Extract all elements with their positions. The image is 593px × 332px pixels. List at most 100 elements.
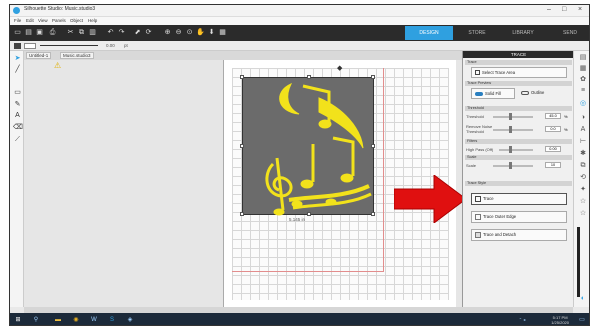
taskbar-clock[interactable]: 5:17 PM 1/25/2020 bbox=[551, 315, 569, 325]
menu-file[interactable]: File bbox=[14, 18, 21, 23]
doc-tab-untitled[interactable]: Untitled-1 bbox=[26, 52, 52, 59]
zoom-in-icon[interactable]: ⊕ bbox=[163, 28, 172, 37]
menu-panels[interactable]: Panels bbox=[52, 18, 66, 23]
high-pass-slider[interactable] bbox=[499, 149, 533, 151]
zoom-fit-icon[interactable]: ⊙ bbox=[185, 28, 194, 37]
scale-slider[interactable] bbox=[493, 165, 533, 167]
minimize-button[interactable]: – bbox=[547, 6, 551, 13]
line-tool-icon[interactable]: ╱ bbox=[13, 65, 22, 74]
page-setup-icon[interactable]: ▤ bbox=[578, 53, 588, 63]
resize-handle[interactable] bbox=[371, 75, 375, 79]
search-icon[interactable]: ⚲ bbox=[32, 316, 40, 324]
file-explorer-icon[interactable]: ▬ bbox=[54, 316, 62, 324]
trace-and-detach-button[interactable]: Trace and Detach bbox=[471, 229, 567, 241]
grid-icon[interactable]: ▦ bbox=[218, 28, 227, 37]
resize-handle[interactable] bbox=[371, 212, 375, 216]
send-icon[interactable]: ▦ bbox=[578, 64, 588, 74]
modify-icon[interactable]: ⧉ bbox=[578, 161, 588, 171]
tab-library[interactable]: LIBRARY bbox=[500, 26, 546, 40]
line-icon[interactable]: ≡ bbox=[578, 86, 588, 96]
knife-tool-icon[interactable]: ⟋ bbox=[13, 135, 22, 144]
save-icon[interactable]: ▣ bbox=[35, 28, 44, 37]
rectangle-tool-icon[interactable]: ▭ bbox=[13, 88, 22, 97]
pan-hand-icon[interactable]: ✋ bbox=[196, 28, 205, 37]
favorites-icon[interactable]: ☆ bbox=[578, 209, 588, 219]
resize-handle[interactable] bbox=[371, 144, 375, 148]
mat-handle-icon[interactable]: ◆ bbox=[337, 64, 342, 72]
select-tool-icon[interactable]: ➤ bbox=[13, 54, 22, 63]
tab-send[interactable]: SEND bbox=[551, 26, 589, 40]
redo-icon[interactable]: ↷ bbox=[117, 28, 126, 37]
shadow-icon[interactable]: ◑ bbox=[578, 113, 588, 123]
eraser-tool-icon[interactable]: ⌫ bbox=[13, 123, 23, 132]
fill-color-swatch[interactable] bbox=[14, 43, 21, 49]
tab-design[interactable]: DESIGN bbox=[405, 26, 453, 40]
photos-icon[interactable]: ◈ bbox=[126, 316, 134, 324]
text-style-icon[interactable]: A bbox=[578, 125, 588, 135]
tab-store[interactable]: STORE bbox=[457, 26, 497, 40]
undo-icon[interactable]: ↶ bbox=[106, 28, 115, 37]
new-file-icon[interactable]: ▭ bbox=[13, 28, 22, 37]
high-pass-slider-knob[interactable] bbox=[509, 146, 512, 153]
resize-handle[interactable] bbox=[240, 75, 244, 79]
menu-object[interactable]: Object bbox=[70, 18, 83, 23]
traced-image[interactable] bbox=[240, 75, 375, 216]
word-icon[interactable]: W bbox=[90, 316, 98, 324]
download-icon[interactable]: ⬇ bbox=[207, 28, 216, 37]
threshold-slider[interactable] bbox=[493, 116, 533, 118]
resize-handle[interactable] bbox=[240, 144, 244, 148]
select-trace-area-button[interactable]: Select Trace Area bbox=[471, 67, 567, 78]
design-canvas[interactable]: ⚠ ◆ 5.145 in bbox=[24, 60, 466, 307]
vertical-scrollbar[interactable] bbox=[577, 227, 580, 297]
doc-tab-music[interactable]: Music.studio3 bbox=[60, 52, 94, 59]
threshold-value[interactable]: 45.0 bbox=[545, 113, 561, 119]
pen-tool-icon[interactable]: ✎ bbox=[13, 100, 22, 109]
windows-start-icon[interactable]: ⊞ bbox=[14, 316, 22, 324]
fill-icon[interactable]: ✿ bbox=[578, 75, 588, 85]
scale-value[interactable]: 10 bbox=[545, 162, 561, 168]
section-trace: Trace bbox=[465, 60, 572, 65]
silhouette-taskbar-icon[interactable]: S bbox=[108, 316, 116, 324]
chrome-icon[interactable]: ◉ bbox=[72, 316, 80, 324]
replicate-icon[interactable]: ✱ bbox=[578, 149, 588, 159]
resize-handle[interactable] bbox=[307, 75, 311, 79]
print-icon[interactable]: ⎙ bbox=[48, 28, 57, 37]
maximize-button[interactable]: □ bbox=[562, 6, 566, 13]
resize-handle[interactable] bbox=[307, 212, 311, 216]
close-button[interactable]: × bbox=[578, 6, 582, 13]
title-bar: Silhouette Studio: Music.studio3 – □ × bbox=[10, 5, 589, 17]
line-color-swatch[interactable] bbox=[24, 43, 36, 49]
trace-button[interactable]: Trace bbox=[471, 193, 567, 205]
rotate-icon[interactable]: ⟳ bbox=[144, 28, 153, 37]
scale-slider-knob[interactable] bbox=[509, 162, 512, 169]
tray-icons[interactable]: ⌃ ◂ ▯ bbox=[518, 316, 526, 324]
remove-noise-slider[interactable] bbox=[493, 129, 533, 131]
align-icon[interactable]: ⊢ bbox=[578, 137, 588, 147]
trace-panel-icon[interactable]: ◎ bbox=[578, 99, 588, 109]
remove-noise-value[interactable]: 0.0 bbox=[545, 126, 561, 132]
star-icon[interactable]: ☆ bbox=[578, 197, 588, 207]
text-tool-icon[interactable]: A bbox=[13, 111, 22, 120]
threshold-slider-knob[interactable] bbox=[509, 113, 512, 120]
open-folder-icon[interactable]: ▤ bbox=[24, 28, 33, 37]
resize-handle[interactable] bbox=[240, 212, 244, 216]
offset-icon[interactable]: ✦ bbox=[578, 185, 588, 195]
high-pass-value[interactable]: 0.00 bbox=[545, 146, 561, 152]
trace-outer-edge-button[interactable]: Trace Outer Edge bbox=[471, 211, 567, 223]
paste-icon[interactable]: ▥ bbox=[88, 28, 97, 37]
solid-fill-option[interactable]: Solid Fill bbox=[471, 88, 515, 99]
pointer-icon[interactable]: ⬈ bbox=[133, 28, 142, 37]
line-width-value[interactable]: 0.00 bbox=[106, 43, 115, 48]
remove-noise-slider-knob[interactable] bbox=[509, 126, 512, 133]
outline-option[interactable]: Outline bbox=[521, 90, 544, 95]
line-style-select[interactable] bbox=[40, 45, 98, 46]
transform-icon[interactable]: ⟲ bbox=[578, 173, 588, 183]
menu-view[interactable]: View bbox=[38, 18, 48, 23]
menu-help[interactable]: Help bbox=[88, 18, 97, 23]
help-icon[interactable]: ◐ bbox=[578, 294, 588, 304]
copy-icon[interactable]: ⧉ bbox=[77, 28, 86, 37]
notification-icon[interactable]: ▭ bbox=[578, 316, 586, 324]
menu-edit[interactable]: Edit bbox=[26, 18, 34, 23]
cut-icon[interactable]: ✂ bbox=[66, 28, 75, 37]
zoom-out-icon[interactable]: ⊖ bbox=[174, 28, 183, 37]
